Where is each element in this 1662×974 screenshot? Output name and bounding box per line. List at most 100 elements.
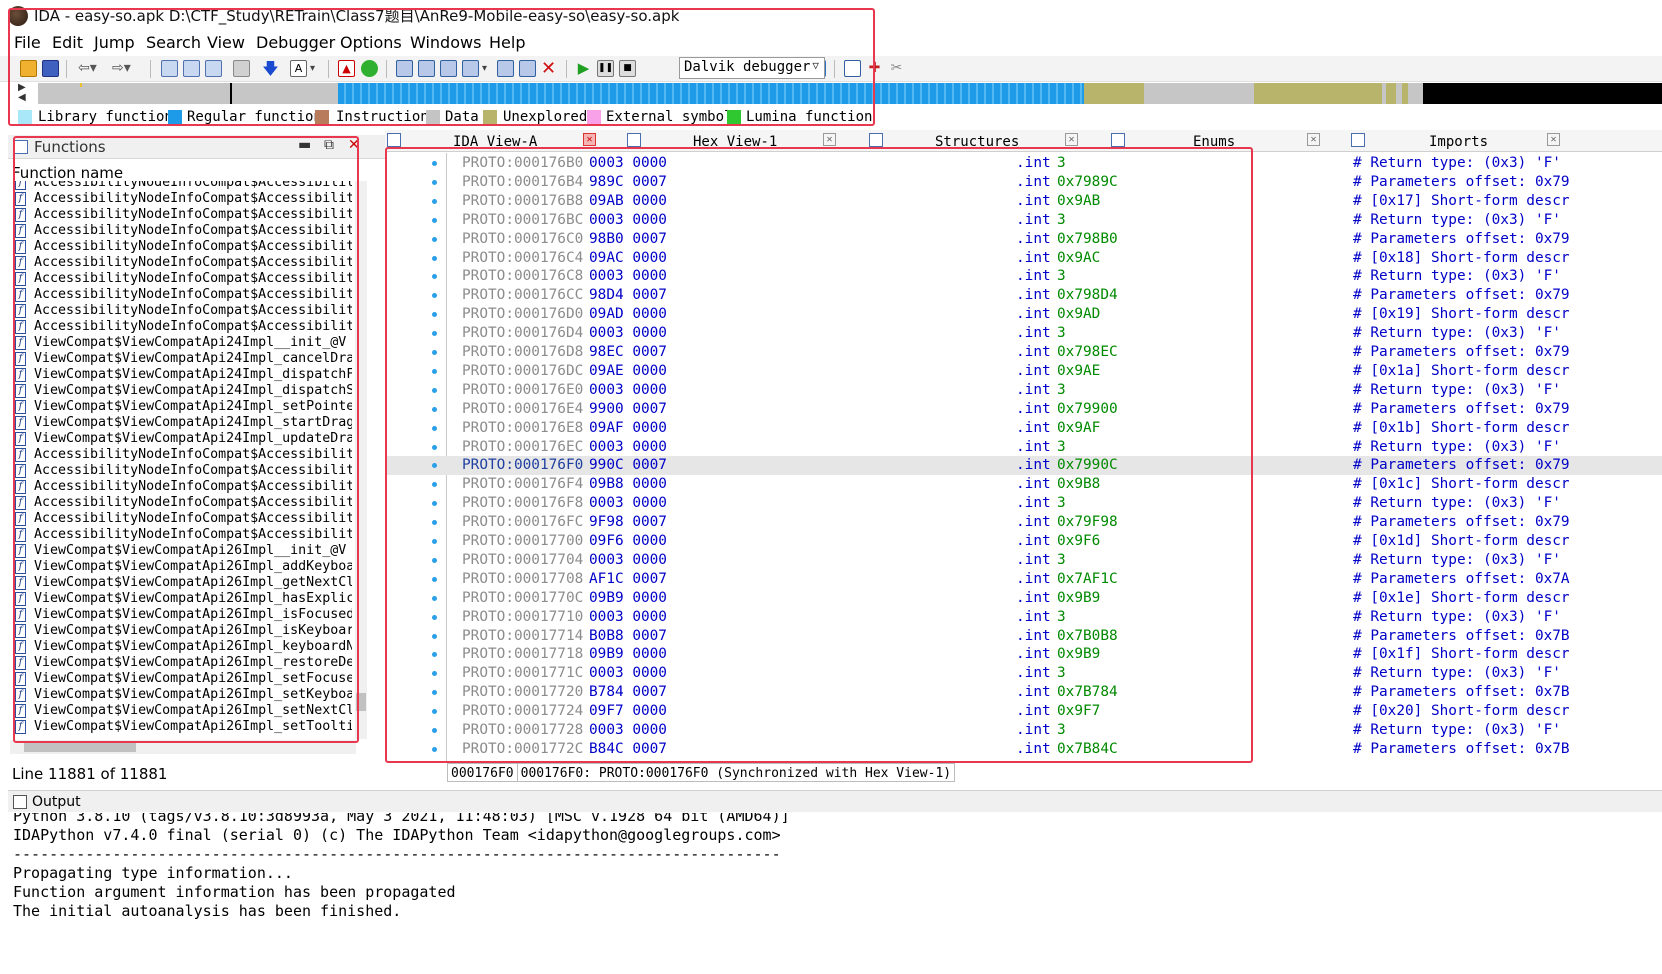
function-list-item[interactable]: f AccessibilityNodeInfoCompat$Accessibili… (12, 191, 352, 207)
scrollbar-thumb[interactable] (24, 742, 136, 752)
scrollbar-thumb[interactable] (356, 693, 366, 711)
start-debug-icon[interactable]: ▶ (575, 60, 592, 77)
disasm-line[interactable]: PROTO:00017724 09F7 0000 .int 0x9F7 # [0x20]… (385, 702, 1662, 721)
binary-search-icon[interactable] (161, 60, 178, 77)
tab-ida-view-a[interactable]: IDA View-A ✕ (385, 130, 600, 152)
function-list-item[interactable]: f AccessibilityNodeInfoCompat$Accessibili… (12, 447, 352, 463)
debugger-select[interactable]: Dalvik debugger ▽ (679, 57, 825, 79)
disasm-line[interactable]: PROTO:00017710 0003 0000 .int 3 # Return typ… (385, 608, 1662, 627)
disasm-line[interactable]: PROTO:000176D8 98EC 0007 .int 0x798EC # Para… (385, 343, 1662, 362)
pause-icon[interactable]: ❚❚ (597, 60, 614, 77)
stop-analysis-icon[interactable]: ▲ (338, 60, 355, 77)
function-list-item[interactable]: f ViewCompat$ViewCompatApi24Impl_dispatch… (12, 383, 352, 399)
function-list-item[interactable]: f AccessibilityNodeInfoCompat$Accessibili… (12, 527, 352, 543)
disasm-line[interactable]: PROTO:000176F4 09B8 0000 .int 0x9B8 # [0x1c]… (385, 475, 1662, 494)
forward-icon[interactable]: ⇨▾ (112, 60, 134, 77)
make-code-icon[interactable] (396, 60, 413, 77)
menu-debugger[interactable]: Debugger (256, 33, 335, 52)
navigation-band[interactable] (38, 83, 1662, 104)
breakpoint-list-icon[interactable] (844, 60, 861, 77)
close-icon[interactable]: ✕ (583, 133, 596, 146)
menu-options[interactable]: Options (340, 33, 402, 52)
menu-view[interactable]: View (207, 33, 245, 52)
function-list-item[interactable]: f AccessibilityNodeInfoCompat$Accessibili… (12, 207, 352, 223)
disasm-line[interactable]: PROTO:000176B0 0003 0000 .int 3 # Return typ… (385, 154, 1662, 173)
immediate-search-icon[interactable] (205, 60, 222, 77)
disasm-line[interactable]: PROTO:00017718 09B9 0000 .int 0x9B9 # [0x1f]… (385, 645, 1662, 664)
close-icon[interactable]: ✕ (1307, 133, 1320, 146)
disasm-line[interactable]: PROTO:0001772C B84C 0007 .int 0x7B84C # Para… (385, 740, 1662, 759)
menu-search[interactable]: Search (146, 33, 201, 52)
add-breakpoint-icon[interactable]: ✚ (866, 60, 883, 77)
function-list-item[interactable]: f AccessibilityNodeInfoCompat$Accessibili… (12, 479, 352, 495)
disasm-line[interactable]: PROTO:0001770C 09B9 0000 .int 0x9B9 # [0x1e]… (385, 589, 1662, 608)
disasm-line[interactable]: PROTO:000176E4 9900 0007 .int 0x79900 # Para… (385, 400, 1662, 419)
find-next-icon[interactable] (233, 60, 250, 77)
function-list-item[interactable]: f AccessibilityNodeInfoCompat$Accessibili… (12, 181, 352, 191)
tab-enums[interactable]: Enums ✕ (1109, 130, 1325, 152)
menu-edit[interactable]: Edit (52, 33, 83, 52)
function-list-item[interactable]: f ViewCompat$ViewCompatApi26Impl_setToolt… (12, 719, 352, 735)
save-icon[interactable] (42, 60, 59, 77)
rename-icon[interactable] (519, 60, 536, 77)
make-data-icon[interactable] (418, 60, 435, 77)
disasm-line[interactable]: PROTO:000176C0 98B0 0007 .int 0x798B0 # Para… (385, 230, 1662, 249)
menu-jump[interactable]: Jump (94, 33, 135, 52)
make-array-icon[interactable] (462, 60, 479, 77)
disasm-line[interactable]: PROTO:0001771C 0003 0000 .int 3 # Return typ… (385, 664, 1662, 683)
close-icon[interactable]: ✕ (1547, 133, 1560, 146)
menu-file[interactable]: File (14, 33, 41, 52)
disasm-line[interactable]: PROTO:00017704 0003 0000 .int 3 # Return typ… (385, 551, 1662, 570)
function-list-item[interactable]: f ViewCompat$ViewCompatApi24Impl_dispatch… (12, 367, 352, 383)
back-icon[interactable]: ⇦▾ (78, 60, 100, 77)
function-list-item[interactable]: f AccessibilityNodeInfoCompat$Accessibili… (12, 271, 352, 287)
disasm-line[interactable]: PROTO:00017700 09F6 0000 .int 0x9F6 # [0x1d]… (385, 532, 1662, 551)
disasm-line[interactable]: PROTO:00017714 B0B8 0007 .int 0x7B0B8 # Para… (385, 627, 1662, 646)
function-list-item[interactable]: f ViewCompat$ViewCompatApi24Impl_updateDr… (12, 431, 352, 447)
close-icon[interactable]: ✕ (1065, 133, 1078, 146)
tab-imports[interactable]: Imports ✕ (1349, 130, 1565, 152)
float-icon[interactable]: ⧉ (324, 137, 334, 153)
function-list-item[interactable]: f ViewCompat$ViewCompatApi26Impl_setFocus… (12, 671, 352, 687)
dropdown-icon[interactable]: ▾ (482, 60, 492, 77)
disasm-line[interactable]: PROTO:000176EC 0003 0000 .int 3 # Return typ… (385, 438, 1662, 457)
disasm-line[interactable]: PROTO:000176E8 09AF 0000 .int 0x9AF # [0x1b]… (385, 419, 1662, 438)
disasm-line[interactable]: PROTO:000176D4 0003 0000 .int 3 # Return typ… (385, 324, 1662, 343)
disasm-line[interactable]: PROTO:000176F8 0003 0000 .int 3 # Return typ… (385, 494, 1662, 513)
functions-list[interactable]: f AccessibilityNodeInfoCompat$Accessibili… (12, 181, 352, 739)
function-list-item[interactable]: f ViewCompat$ViewCompatApi26Impl_setKeybo… (12, 687, 352, 703)
function-list-item[interactable]: f ViewCompat$ViewCompatApi26Impl_getNextC… (12, 575, 352, 591)
down-arrow-icon[interactable]: 🡇 (262, 60, 279, 77)
disasm-line[interactable]: PROTO:000176DC 09AE 0000 .int 0x9AE # [0x1a]… (385, 362, 1662, 381)
function-list-item[interactable]: f AccessibilityNodeInfoCompat$Accessibili… (12, 255, 352, 271)
disasm-line[interactable]: PROTO:00017720 B784 0007 .int 0x7B784 # Para… (385, 683, 1662, 702)
close-icon[interactable]: ✕ (348, 137, 360, 153)
function-list-item[interactable]: f ViewCompat$ViewCompatApi26Impl_isKeyboa… (12, 623, 352, 639)
disasm-line[interactable]: PROTO:000176C8 0003 0000 .int 3 # Return typ… (385, 267, 1662, 286)
function-list-item[interactable]: f AccessibilityNodeInfoCompat$Accessibili… (12, 319, 352, 335)
close-icon[interactable]: ✕ (823, 133, 836, 146)
function-list-item[interactable]: f AccessibilityNodeInfoCompat$Accessibili… (12, 287, 352, 303)
disasm-line[interactable]: PROTO:000176BC 0003 0000 .int 3 # Return typ… (385, 211, 1662, 230)
disasm-line[interactable]: PROTO:00017708 AF1C 0007 .int 0x7AF1C # Para… (385, 570, 1662, 589)
function-list-item[interactable]: f ViewCompat$ViewCompatApi26Impl_restoreD… (12, 655, 352, 671)
nav-band-arrows-icon[interactable]: ▶ ◀ (18, 83, 36, 104)
function-list-item[interactable]: f ViewCompat$ViewCompatApi26Impl_addKeybo… (12, 559, 352, 575)
text-mode-icon[interactable]: A (290, 60, 307, 77)
minimize-icon[interactable]: ▬ (298, 137, 311, 153)
function-list-item[interactable]: f ViewCompat$ViewCompatApi26Impl_isFocuse… (12, 607, 352, 623)
stop-icon[interactable]: ■ (619, 60, 636, 77)
dropdown-icon[interactable]: ▾ (310, 60, 320, 77)
disasm-line[interactable]: PROTO:000176B4 989C 0007 .int 0x7989C # Para… (385, 173, 1662, 192)
ida-view-disassembly[interactable]: PROTO:000176B0 0003 0000 .int 3 # Return typ… (385, 153, 1662, 761)
function-list-item[interactable]: f ViewCompat$ViewCompatApi24Impl__init_@V (12, 335, 352, 351)
disasm-line[interactable]: PROTO:000176CC 98D4 0007 .int 0x798D4 # Para… (385, 286, 1662, 305)
disasm-line[interactable]: PROTO:000176F0 990C 0007 .int 0x7990C # Para… (385, 456, 1662, 476)
functions-vertical-scrollbar[interactable] (355, 181, 367, 739)
function-list-item[interactable]: f AccessibilityNodeInfoCompat$Accessibili… (12, 223, 352, 239)
tab-hex-view-1[interactable]: Hex View-1 ✕ (625, 130, 841, 152)
undefine-icon[interactable] (497, 60, 514, 77)
output-panel[interactable]: Python 3.8.10 (tags/v3.8.10:3d8993a, May… (8, 813, 1662, 974)
function-list-item[interactable]: f AccessibilityNodeInfoCompat$Accessibili… (12, 303, 352, 319)
disasm-line[interactable]: PROTO:000176D0 09AD 0000 .int 0x9AD # [0x19]… (385, 305, 1662, 324)
